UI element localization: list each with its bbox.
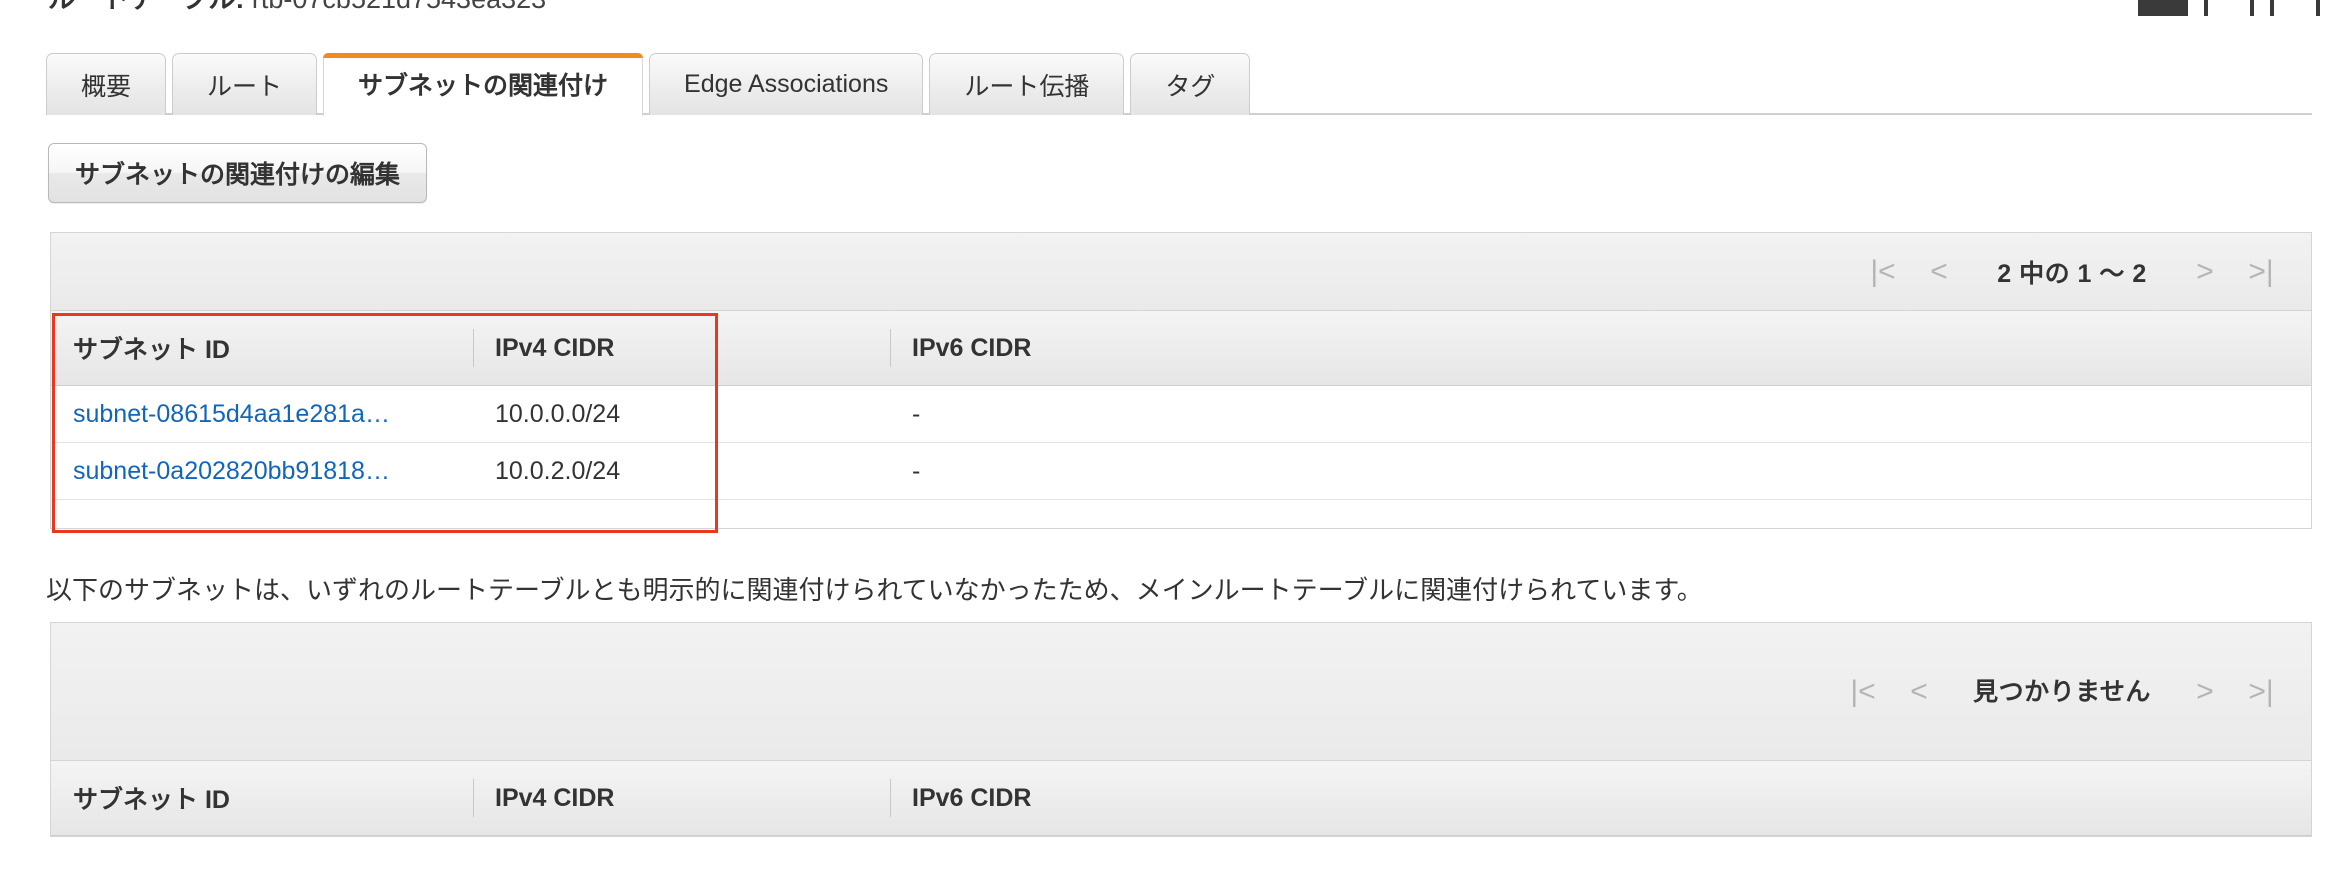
column-header-subnet-id[interactable]: サブネット ID [51, 761, 473, 836]
first-page-icon[interactable]: |< [1835, 676, 1891, 707]
tab-overview[interactable]: 概要 [46, 53, 167, 115]
column-header-ipv6-cidr[interactable]: IPv6 CIDR [890, 311, 2311, 386]
toolbar: サブネットの関連付けの編集 [48, 143, 428, 203]
explicit-panel-header: |< < 2 中の 1 〜 2 > >| [51, 233, 2311, 311]
maximize-icon[interactable] [2204, 0, 2254, 16]
implicit-associations-table: サブネット ID IPv4 CIDR IPv6 CIDR [51, 761, 2311, 836]
tab-subnet-associations[interactable]: サブネットの関連付け [323, 53, 644, 117]
page-title-label: ルートテーブル: [48, 0, 244, 14]
subnet-link[interactable]: subnet-0a202820bb91818… [73, 457, 390, 485]
table-row[interactable]: subnet-0a202820bb91818… 10.0.2.0/24 - [51, 442, 2311, 500]
cell-ipv6-cidr: - [890, 385, 2311, 443]
table-filler-row [51, 499, 2311, 528]
edit-subnet-associations-button[interactable]: サブネットの関連付けの編集 [48, 143, 428, 203]
tab-tags[interactable]: タグ [1130, 53, 1251, 115]
table-row[interactable]: subnet-08615d4aa1e281a… 10.0.0.0/24 - [51, 385, 2311, 443]
implicit-pagination: |< < 見つかりません > >| [1835, 661, 2289, 723]
pagination-label: 2 中の 1 〜 2 [1997, 259, 2147, 288]
column-header-ipv4-cidr[interactable]: IPv4 CIDR [473, 761, 890, 836]
next-page-icon[interactable]: > [2177, 676, 2233, 707]
window-controls [2138, 0, 2320, 16]
tab-edge-associations[interactable]: Edge Associations [649, 53, 924, 115]
implicit-panel-header: |< < 見つかりません > >| [51, 623, 2311, 761]
cell-ipv4-cidr: 10.0.2.0/24 [473, 442, 890, 500]
minimize-icon[interactable] [2138, 0, 2188, 16]
implicit-associations-panel: |< < 見つかりません > >| サブネット ID IPv4 CIDR IPv… [50, 622, 2312, 837]
next-page-icon[interactable]: > [2177, 256, 2233, 287]
page-title: ルートテーブル: rtb-07cb521d7543ea323 [0, 0, 2326, 16]
column-header-subnet-id[interactable]: サブネット ID [51, 311, 473, 386]
column-header-ipv4-cidr[interactable]: IPv4 CIDR [473, 311, 890, 386]
pagination-label: 見つかりません [1973, 677, 2151, 706]
column-header-ipv6-cidr[interactable]: IPv6 CIDR [890, 761, 2311, 836]
explicit-associations-panel: |< < 2 中の 1 〜 2 > >| サブネット ID IPv4 CIDR … [50, 232, 2312, 529]
last-page-icon[interactable]: >| [2233, 256, 2289, 287]
subnet-link[interactable]: subnet-08615d4aa1e281a… [73, 400, 390, 428]
cell-subnet-id: subnet-0a202820bb91818… [51, 442, 473, 500]
table-header-row: サブネット ID IPv4 CIDR IPv6 CIDR [51, 761, 2311, 836]
restore-icon[interactable] [2270, 0, 2320, 16]
table-header-row: サブネット ID IPv4 CIDR IPv6 CIDR [51, 311, 2311, 386]
last-page-icon[interactable]: >| [2233, 676, 2289, 707]
explicit-associations-table: サブネット ID IPv4 CIDR IPv6 CIDR subnet-0861… [51, 311, 2311, 528]
route-table-id: rtb-07cb521d7543ea323 [252, 0, 546, 14]
first-page-icon[interactable]: |< [1855, 256, 1911, 287]
explicit-pagination: |< < 2 中の 1 〜 2 > >| [1855, 254, 2289, 290]
tab-route-propagation[interactable]: ルート伝播 [929, 53, 1125, 115]
prev-page-icon[interactable]: < [1891, 676, 1947, 707]
main-route-table-note: 以下のサブネットは、いずれのルートテーブルとも明示的に関連付けられていなかったた… [46, 575, 1703, 605]
cell-ipv6-cidr: - [890, 442, 2311, 500]
prev-page-icon[interactable]: < [1911, 256, 1967, 287]
tab-bar: 概要 ルート サブネットの関連付け Edge Associations ルート伝… [0, 45, 2326, 117]
cell-subnet-id: subnet-08615d4aa1e281a… [51, 385, 473, 443]
tab-routes[interactable]: ルート [172, 53, 318, 115]
cell-ipv4-cidr: 10.0.0.0/24 [473, 385, 890, 443]
page-title-bar: ルートテーブル: rtb-07cb521d7543ea323 [0, 0, 2326, 16]
